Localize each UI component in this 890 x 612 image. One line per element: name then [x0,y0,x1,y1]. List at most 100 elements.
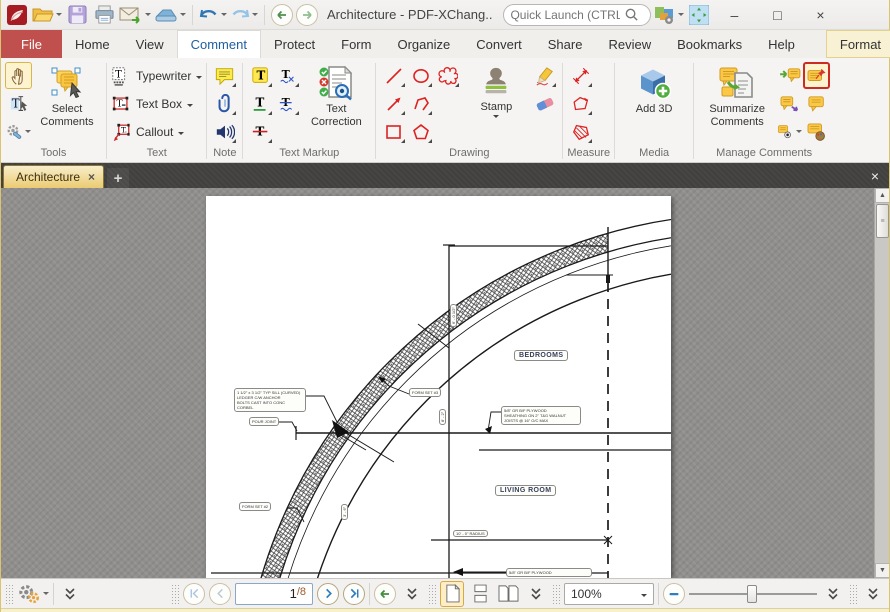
last-page-button[interactable] [343,582,365,605]
attach-file-button[interactable] [211,90,238,117]
highlight-text-button[interactable]: T [247,62,274,89]
open-dropdown-caret[interactable] [56,13,62,19]
new-tab-button[interactable]: + [107,168,130,188]
single-page-layout-button[interactable] [440,580,464,607]
view-history-expand-button[interactable] [400,582,424,606]
summarize-comments-button[interactable]: Summarize Comments [698,62,776,129]
callout-caret[interactable] [178,131,185,138]
sticky-note-button[interactable] [211,62,238,89]
zoom-slider-handle[interactable] [747,584,757,603]
email-dropdown-caret[interactable] [145,13,151,19]
continuous-layout-button[interactable] [468,581,492,607]
scroll-down-button[interactable]: ▼ [875,563,889,578]
tab-format[interactable]: Format [825,30,890,58]
scan-button[interactable] [154,3,186,27]
vertical-scrollbar[interactable]: ▲ ≡ ▼ [874,188,889,578]
more-tools-button[interactable] [861,582,885,606]
minimize-button[interactable]: – [714,2,754,28]
previous-view-button[interactable] [374,582,396,605]
strikeout-text-button[interactable]: T [247,118,274,145]
tab-protect[interactable]: Protect [261,30,328,58]
distance-tool-button[interactable] [567,62,594,89]
tab-help[interactable]: Help [755,30,808,58]
eraser-tool-button[interactable] [531,90,558,117]
scroll-up-button[interactable]: ▲ [875,188,889,203]
close-tab-icon[interactable]: × [88,170,95,184]
rectangle-tool-button[interactable] [380,118,407,145]
zoom-level-select[interactable]: 100% [564,582,654,605]
document-canvas[interactable]: BEDROOMS LIVING ROOM 1 1/2" x 3 1/2" TYP… [1,188,889,578]
maximize-button[interactable]: □ [757,2,797,28]
zoom-select-caret[interactable] [641,593,647,600]
status-settings-caret[interactable] [43,592,49,598]
stamp-button[interactable]: Stamp [461,62,531,121]
comment-list-button[interactable] [803,90,830,117]
select-comments-button[interactable]: Select Comments [32,62,102,129]
move-comment-button[interactable] [776,90,803,117]
undo-dropdown-caret[interactable] [221,13,227,19]
select-text-tool-button[interactable]: T [5,90,32,117]
scrollbar-thumb[interactable]: ≡ [876,204,889,238]
perimeter-tool-button[interactable] [567,90,594,117]
underline-text-button[interactable]: T [247,90,274,117]
stamp-caret[interactable] [493,115,500,121]
page-number-input[interactable]: 1/8 [235,582,313,605]
redo-button[interactable] [230,3,258,27]
undo-button[interactable] [199,3,227,27]
pencil-tool-button[interactable] [531,62,558,89]
text-correction-button[interactable]: Text Correction [301,62,371,129]
facing-pages-layout-button[interactable] [496,581,520,607]
text-box-caret[interactable] [187,103,194,110]
zoom-out-button[interactable] [663,582,685,605]
tab-organize[interactable]: Organize [384,30,463,58]
document-tab-architecture[interactable]: Architecture × [3,165,105,188]
tool-settings-caret[interactable] [25,130,31,136]
tab-comment[interactable]: Comment [176,30,261,58]
tab-review[interactable]: Review [595,30,664,58]
keep-tool-selected-button[interactable] [803,62,831,89]
squiggly-underline-button[interactable]: T [274,62,301,89]
expand-toolbar-button[interactable] [58,582,82,606]
tab-convert[interactable]: Convert [463,30,535,58]
tab-view[interactable]: View [123,30,177,58]
history-forward-button[interactable] [296,3,318,26]
typewriter-button[interactable]: T Typewriter [111,62,203,90]
tab-home[interactable]: Home [62,30,123,58]
tab-file[interactable]: File [1,30,62,58]
quick-launch-input[interactable] [510,7,621,22]
email-button[interactable] [119,3,151,27]
zoom-options-button[interactable] [821,582,845,606]
cloud-tool-button[interactable] [434,62,461,89]
tab-form[interactable]: Form [328,30,384,58]
tool-settings-button[interactable] [5,118,32,145]
fullscreen-button[interactable] [687,3,711,27]
scan-dropdown-caret[interactable] [180,13,186,19]
redo-dropdown-caret[interactable] [252,13,258,19]
add-3d-button[interactable]: Add 3D [619,62,689,116]
typewriter-caret[interactable] [196,75,203,82]
show-comments-button[interactable] [776,118,803,145]
first-page-button[interactable] [183,582,205,605]
quick-launch-box[interactable] [503,3,652,26]
next-page-button[interactable] [317,582,339,605]
ui-options-button[interactable] [654,3,685,27]
arrow-tool-button[interactable] [380,90,407,117]
status-settings-button[interactable] [17,582,49,606]
close-document-button[interactable]: × [861,168,889,184]
print-button[interactable] [92,3,116,27]
history-back-button[interactable] [271,3,293,26]
comment-styles-button[interactable] [803,118,830,145]
text-box-button[interactable]: T Text Box [111,90,194,118]
layout-options-button[interactable] [524,582,548,606]
pdf-page[interactable]: BEDROOMS LIVING ROOM 1 1/2" x 3 1/2" TYP… [206,196,671,578]
line-tool-button[interactable] [380,62,407,89]
oval-tool-button[interactable] [407,62,434,89]
show-comments-caret[interactable] [796,130,803,136]
polygon-line-tool-button[interactable] [407,90,434,117]
previous-page-button[interactable] [209,582,231,605]
replace-text-button[interactable]: T [274,90,301,117]
ui-options-dropdown-caret[interactable] [678,13,685,19]
sound-annotation-button[interactable] [211,118,238,145]
save-button[interactable] [65,3,89,27]
area-tool-button[interactable] [567,118,594,145]
